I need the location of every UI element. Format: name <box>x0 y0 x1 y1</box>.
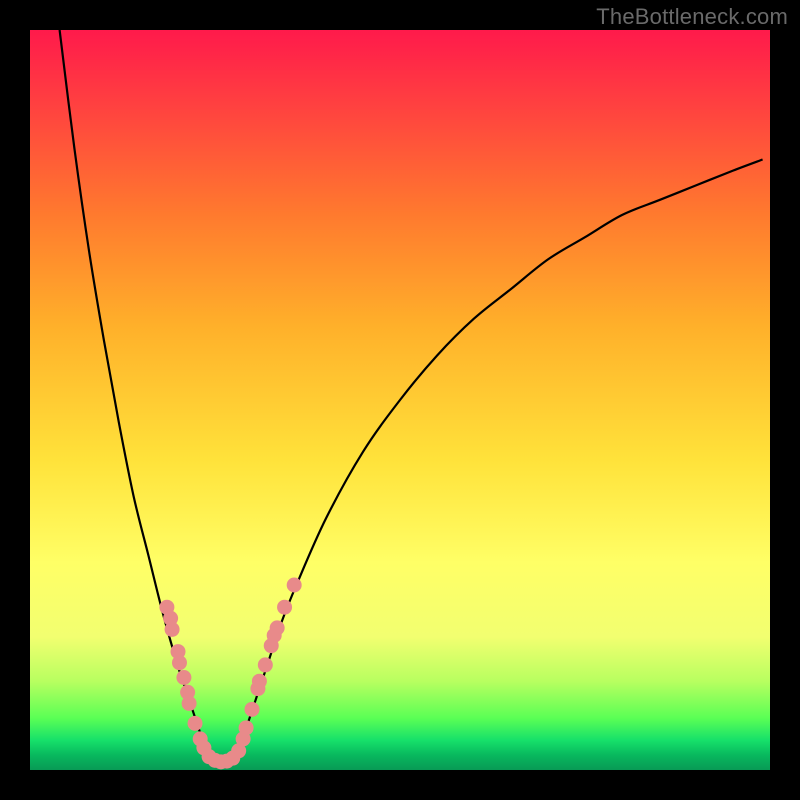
chart-frame: TheBottleneck.com <box>0 0 800 800</box>
highlight-dot <box>258 657 273 672</box>
highlight-dot <box>182 696 197 711</box>
curve-right-branch <box>237 160 762 756</box>
watermark-text: TheBottleneck.com <box>596 4 788 30</box>
highlight-dot <box>277 600 292 615</box>
highlight-dot <box>172 655 187 670</box>
highlight-dot <box>287 578 302 593</box>
highlight-dots-group <box>159 578 301 770</box>
highlight-dot <box>239 720 254 735</box>
highlight-dot <box>165 622 180 637</box>
highlight-dot <box>252 674 267 689</box>
highlight-dot <box>245 702 260 717</box>
curve-left-branch <box>60 30 208 755</box>
highlight-dot <box>188 716 203 731</box>
chart-svg <box>30 30 770 770</box>
highlight-dot <box>270 620 285 635</box>
highlight-dot <box>176 670 191 685</box>
plot-area <box>30 30 770 770</box>
